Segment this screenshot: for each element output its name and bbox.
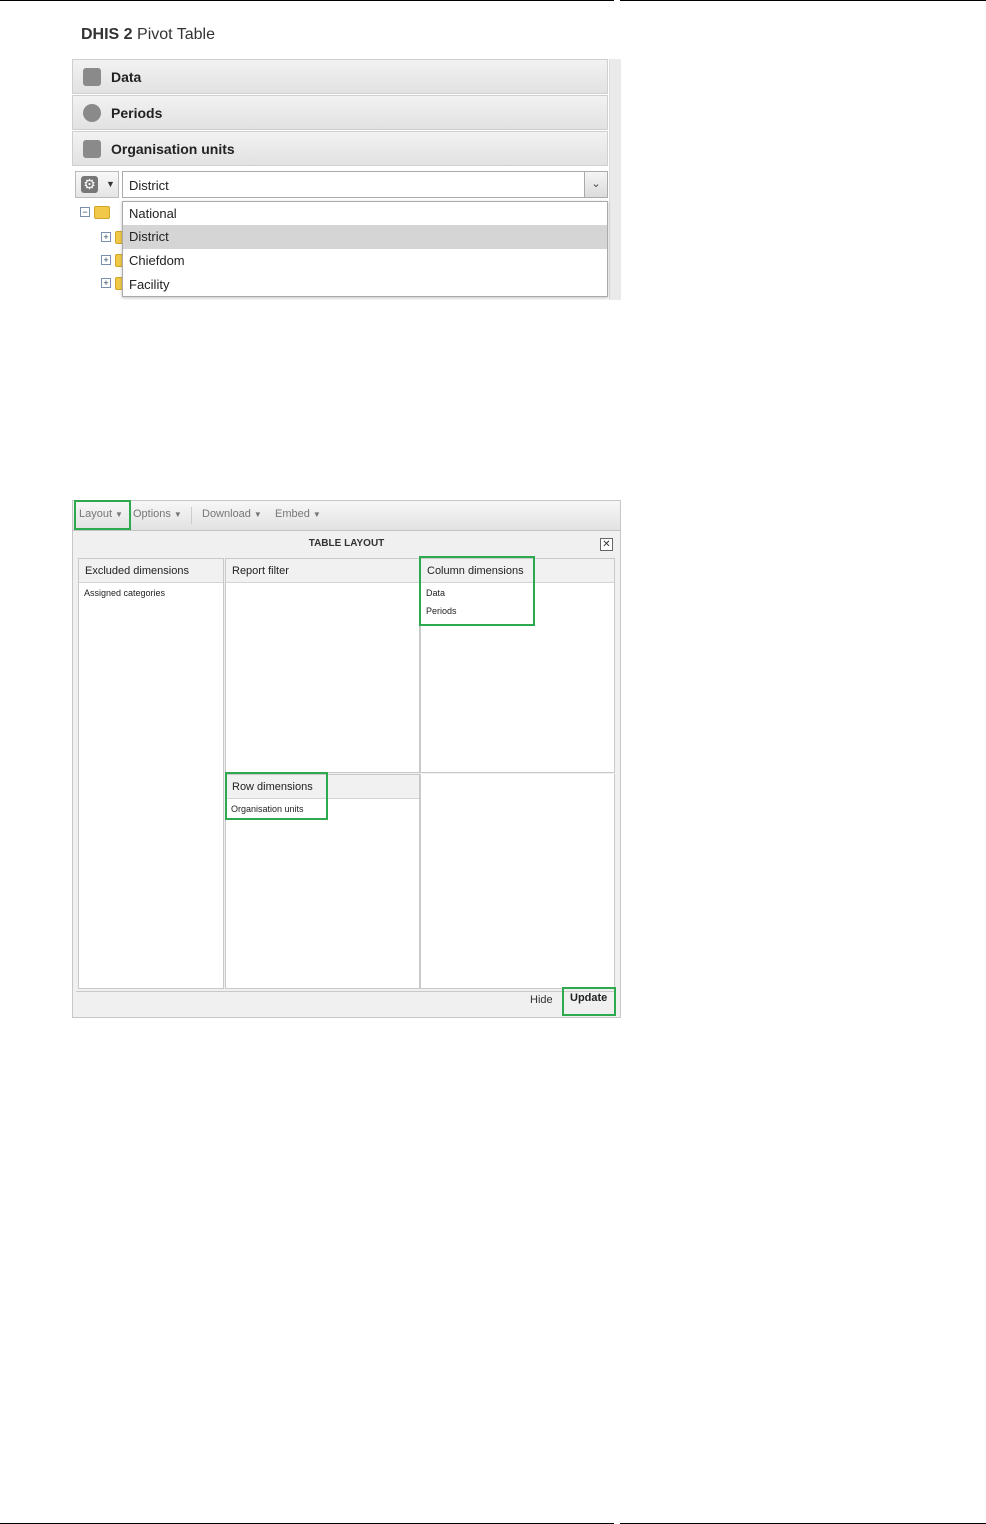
option-facility[interactable]: Facility xyxy=(123,273,607,297)
hide-button[interactable]: Hide xyxy=(530,994,553,1006)
toolbar: Layout ▼ Options ▼ Download ▼ Embed ▼ xyxy=(73,501,620,531)
panel-header: Excluded dimensions xyxy=(79,559,223,583)
update-button[interactable]: Update xyxy=(570,992,607,1004)
caret-down-icon: ▼ xyxy=(115,510,123,519)
close-icon[interactable]: ✕ xyxy=(600,538,613,551)
column-dimensions-panel[interactable]: Column dimensions Data Periods xyxy=(420,558,615,773)
caret-down-icon: ▼ xyxy=(106,179,115,189)
expand-icon[interactable]: + xyxy=(101,232,111,242)
app-brand: DHIS 2 xyxy=(81,26,133,43)
gear-icon: ⚙ xyxy=(81,176,98,193)
options-menu[interactable]: Options ▼ xyxy=(133,508,182,520)
section-periods-label: Periods xyxy=(111,105,163,121)
clock-icon xyxy=(83,104,101,122)
layout-label: Layout xyxy=(79,508,113,520)
collapse-icon[interactable]: − xyxy=(80,207,90,217)
row-dimensions-panel[interactable]: Row dimensions Organisation units xyxy=(225,774,420,989)
chevron-down-icon[interactable]: ⌄ xyxy=(584,172,607,197)
level-select[interactable]: District ⌄ xyxy=(122,171,608,198)
dimension-item[interactable]: Periods xyxy=(426,606,457,616)
section-data[interactable]: Data xyxy=(72,59,608,94)
section-organisation-units[interactable]: Organisation units xyxy=(72,131,608,166)
level-dropdown-list: National District Chiefdom Facility xyxy=(122,201,608,297)
level-select-value: District xyxy=(129,178,169,193)
settings-menu-button[interactable]: ⚙ ▼ xyxy=(75,171,119,198)
table-preview-area xyxy=(420,774,615,989)
option-chiefdom[interactable]: Chiefdom xyxy=(123,249,607,273)
dimension-item[interactable]: Assigned categories xyxy=(84,588,165,598)
excluded-dimensions-panel[interactable]: Excluded dimensions Assigned categories xyxy=(78,558,224,989)
options-label: Options xyxy=(133,508,171,520)
option-national[interactable]: National xyxy=(123,202,607,226)
report-filter-panel[interactable]: Report filter xyxy=(225,558,420,773)
caret-down-icon: ▼ xyxy=(312,510,321,519)
layout-menu[interactable]: Layout ▼ xyxy=(79,508,123,520)
data-icon xyxy=(83,68,101,86)
caret-down-icon: ▼ xyxy=(253,510,262,519)
section-periods[interactable]: Periods xyxy=(72,95,608,130)
panel-header: Report filter xyxy=(226,559,419,583)
dimension-item[interactable]: Organisation units xyxy=(231,804,304,814)
download-menu[interactable]: Download ▼ xyxy=(202,508,262,520)
section-org-units-label: Organisation units xyxy=(111,141,235,157)
folder-icon xyxy=(94,206,110,219)
section-data-label: Data xyxy=(111,69,142,85)
panel-header: Column dimensions xyxy=(421,559,614,583)
panel-header: Row dimensions xyxy=(226,775,419,799)
option-district[interactable]: District xyxy=(123,225,607,249)
dimension-item[interactable]: Data xyxy=(426,588,445,598)
expand-icon[interactable]: + xyxy=(101,278,111,288)
plus-icon xyxy=(83,140,101,158)
caret-down-icon: ▼ xyxy=(173,510,182,519)
download-label: Download xyxy=(202,508,251,520)
top-rule-right xyxy=(620,0,986,1)
separator xyxy=(191,507,192,524)
dialog-title: TABLE LAYOUT xyxy=(308,538,385,549)
top-rule-left xyxy=(0,0,614,1)
separator xyxy=(129,507,130,524)
table-layout-screenshot: Layout ▼ Options ▼ Download ▼ Embed ▼ TABLE … xyxy=(72,500,621,1018)
org-units-screenshot: Data Periods Organisation units ⚙ ▼ Dist… xyxy=(72,59,621,300)
embed-label: Embed xyxy=(275,508,310,520)
app-name: Pivot Table xyxy=(137,26,216,43)
scrollbar[interactable] xyxy=(609,59,621,300)
app-title: DHIS 2 Pivot Table xyxy=(81,26,215,44)
embed-menu[interactable]: Embed ▼ xyxy=(275,508,321,520)
expand-icon[interactable]: + xyxy=(101,255,111,265)
